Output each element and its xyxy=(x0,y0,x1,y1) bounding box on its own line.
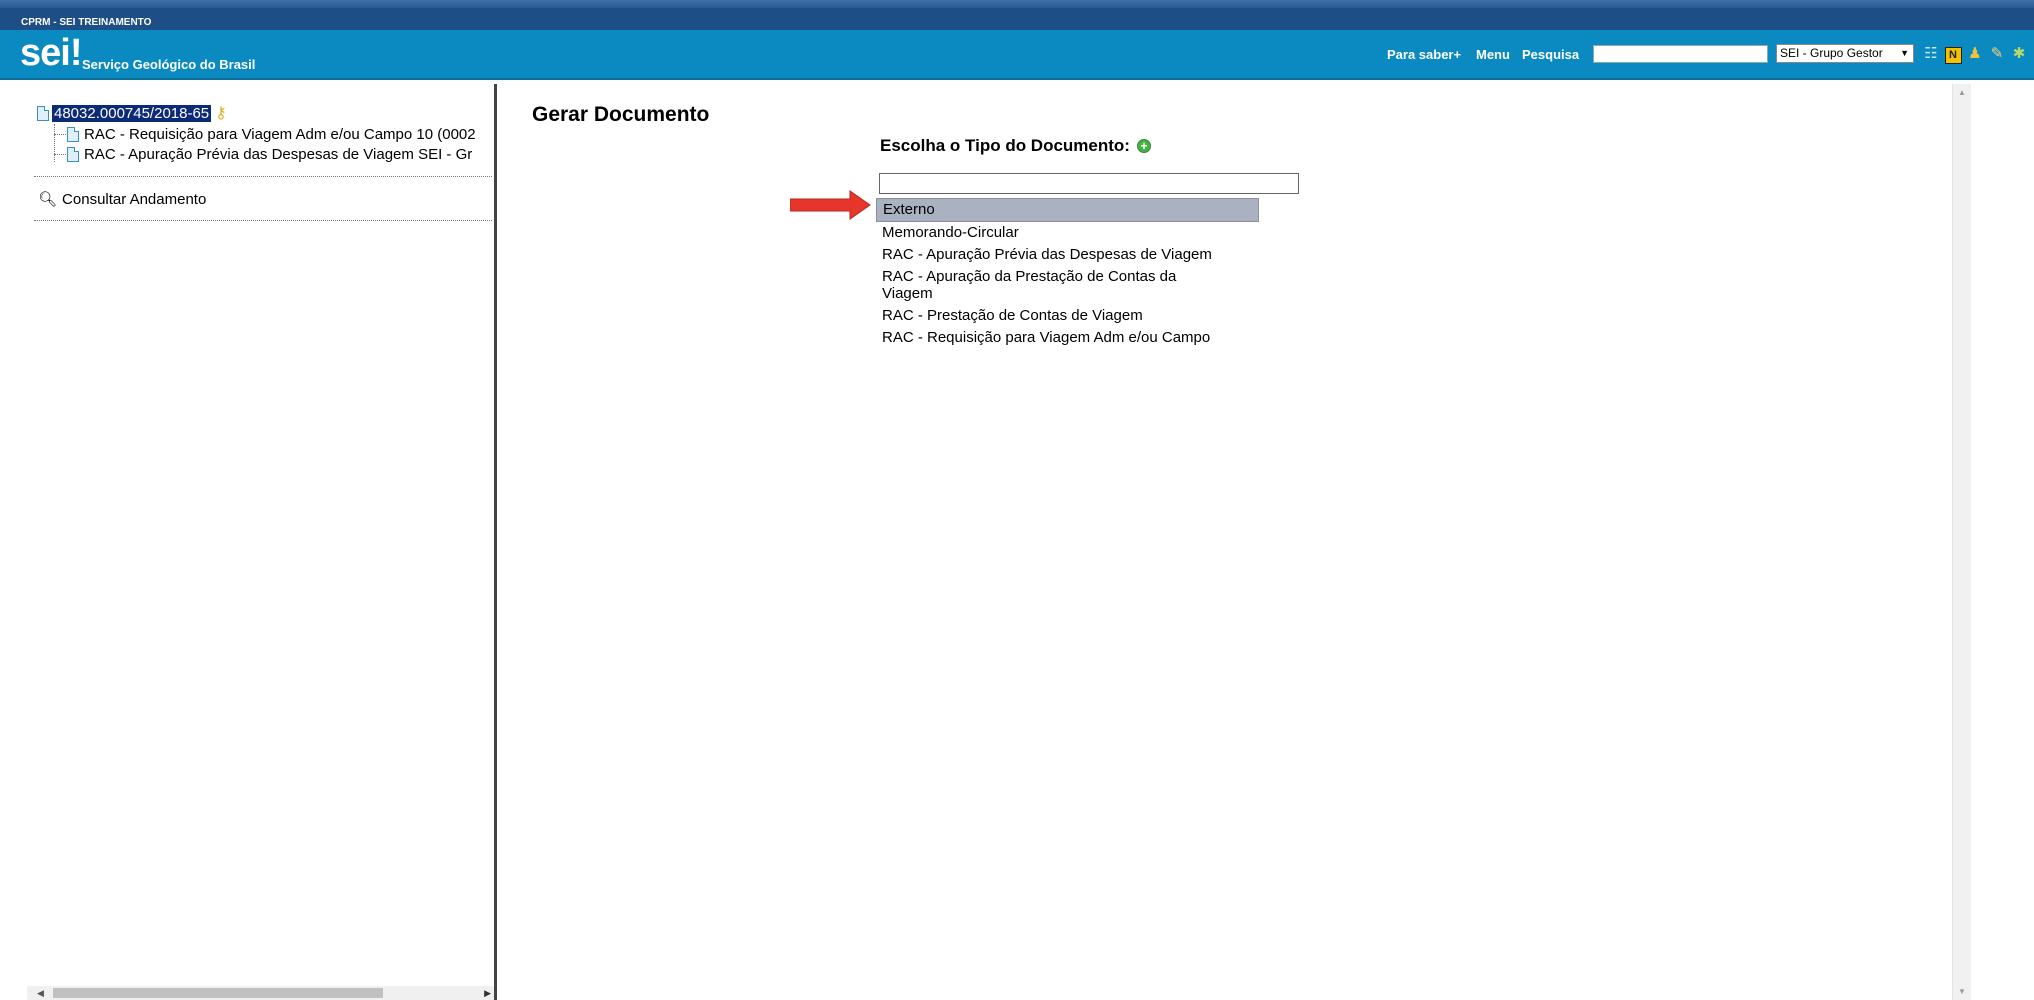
environment-bar: CPRM - SEI TREINAMENTO xyxy=(0,8,2034,30)
document-type-option[interactable]: Memorando-Circular xyxy=(876,222,1221,244)
sei-logo[interactable]: sei! xyxy=(20,34,82,72)
tree-connector xyxy=(54,154,66,155)
divider xyxy=(34,220,492,221)
key-icon: ⚷ xyxy=(215,105,227,122)
tree-connector xyxy=(54,134,66,135)
choose-type-text: Escolha o Tipo do Documento: xyxy=(880,136,1130,155)
user-icon[interactable]: ♟ xyxy=(1966,45,1984,63)
document-icon xyxy=(67,127,79,142)
document-type-option[interactable]: RAC - Apuração da Prestação de Contas da… xyxy=(876,266,1221,305)
consultar-andamento-link[interactable]: 🔍︎ Consultar Andamento xyxy=(38,190,207,209)
list-icon[interactable]: ☷ xyxy=(1922,45,1940,63)
process-id[interactable]: 48032.000745/2018-65 xyxy=(52,104,212,122)
exit-icon[interactable]: ✱ xyxy=(2010,45,2028,63)
page-title: Gerar Documento xyxy=(532,103,710,126)
tree-item-label: RAC - Apuração Prévia das Despesas de Vi… xyxy=(84,146,473,163)
document-type-list: Externo Memorando-Circular RAC - Apuraçã… xyxy=(876,198,1261,349)
app-header: sei! Serviço Geológico do Brasil Para sa… xyxy=(0,30,2034,80)
choose-type-label: Escolha o Tipo do Documento: + xyxy=(880,136,1151,156)
pointer-arrow-icon xyxy=(790,190,871,220)
scroll-left-icon[interactable]: ◀ xyxy=(37,986,44,1000)
process-tree-panel: 48032.000745/2018-65 ⚷ RAC - Requisição … xyxy=(9,84,494,1000)
chevron-down-icon: ▼ xyxy=(1900,48,1909,58)
process-root[interactable]: 48032.000745/2018-65 ⚷ xyxy=(37,104,227,122)
org-name: Serviço Geológico do Brasil xyxy=(82,57,256,72)
tree-item-requisicao[interactable]: RAC - Requisição para Viagem Adm e/ou Ca… xyxy=(54,126,476,143)
search-input[interactable] xyxy=(1593,45,1768,63)
document-type-option[interactable]: RAC - Prestação de Contas de Viagem xyxy=(876,305,1221,327)
document-type-filter-input[interactable] xyxy=(879,173,1299,194)
scrollbar-thumb[interactable] xyxy=(53,988,383,998)
tree-item-label: RAC - Requisição para Viagem Adm e/ou Ca… xyxy=(84,126,476,143)
scroll-down-icon[interactable]: ▼ xyxy=(1958,987,1966,996)
para-saber-link[interactable]: Para saber+ xyxy=(1387,47,1461,62)
divider xyxy=(34,176,492,177)
pesquisa-link[interactable]: Pesquisa xyxy=(1522,47,1579,62)
vertical-scrollbar[interactable]: ▲ ▼ xyxy=(1952,84,1971,1000)
unit-select[interactable]: SEI - Grupo Gestor ▼ xyxy=(1776,44,1914,63)
menu-link[interactable]: Menu xyxy=(1476,47,1510,62)
tools-icon[interactable]: ✎ xyxy=(1988,45,2006,63)
panel-splitter[interactable] xyxy=(494,84,497,1000)
document-type-option[interactable]: RAC - Apuração Prévia das Despesas de Vi… xyxy=(876,244,1221,266)
environment-label: CPRM - SEI TREINAMENTO xyxy=(21,17,152,28)
magnifier-icon: 🔍︎ xyxy=(38,191,58,208)
document-type-option[interactable]: RAC - Requisição para Viagem Adm e/ou Ca… xyxy=(876,327,1221,349)
horizontal-scrollbar[interactable]: ◀ ▶ xyxy=(27,986,494,1000)
top-strip xyxy=(0,0,2034,8)
document-icon xyxy=(67,147,79,162)
unit-select-value: SEI - Grupo Gestor xyxy=(1780,46,1883,60)
process-icon xyxy=(37,105,49,121)
show-all-types-icon[interactable]: + xyxy=(1136,139,1151,153)
scroll-right-icon[interactable]: ▶ xyxy=(484,986,491,1000)
document-type-option[interactable]: Externo xyxy=(876,198,1259,222)
notes-icon[interactable]: N xyxy=(1944,45,1962,64)
tree-item-apuracao[interactable]: RAC - Apuração Prévia das Despesas de Vi… xyxy=(54,146,472,163)
scroll-up-icon[interactable]: ▲ xyxy=(1958,88,1966,97)
consultar-label: Consultar Andamento xyxy=(62,190,207,208)
